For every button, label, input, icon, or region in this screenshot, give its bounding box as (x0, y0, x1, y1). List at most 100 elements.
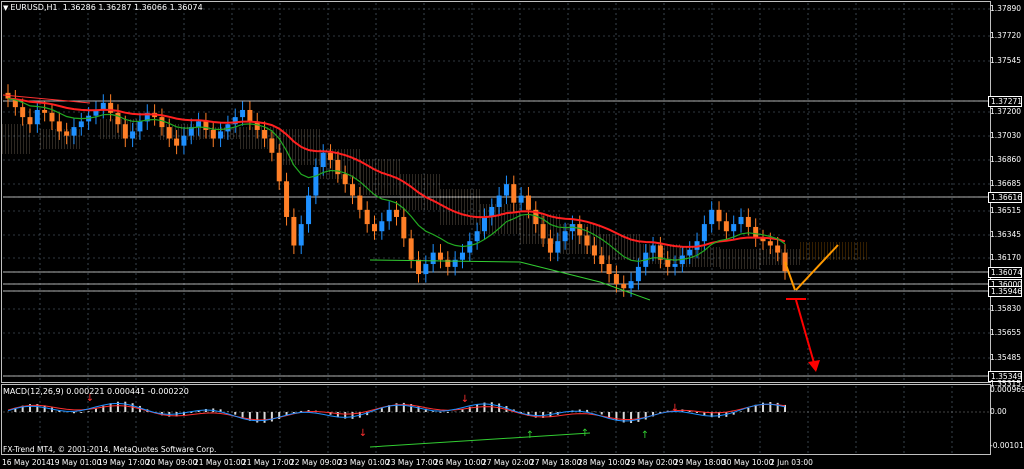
dropdown-arrow-icon[interactable]: ▼ (3, 4, 8, 12)
candle-body (474, 231, 480, 242)
signal-arrow-icon: ↑ (526, 430, 534, 441)
candle-body (328, 152, 334, 160)
candle-body (496, 195, 502, 207)
candle-body (547, 238, 553, 253)
macd-title: MACD(12,26,9) 0.000221 0.000441 -0.00022… (3, 387, 189, 396)
price-tick-label: 1.37890 (990, 4, 1022, 13)
candle-body (108, 102, 114, 113)
candle-body (64, 131, 70, 136)
price-tick-label: 1.37545 (990, 56, 1022, 65)
candle-body (122, 124, 128, 139)
time-tick-label: 29 May 18:00 (674, 458, 726, 467)
candle-body (130, 131, 136, 139)
price-tick-label: 1.36074 (988, 267, 1022, 278)
candle-body (635, 266, 641, 282)
candle-body (430, 252, 436, 265)
candle-body (672, 264, 678, 267)
candle-body (650, 245, 656, 253)
candle-body (34, 109, 40, 125)
candle-body (745, 216, 751, 227)
macd-tick-label: -0.001017 (990, 441, 1024, 450)
candle-body (364, 209, 370, 225)
price-tick-label: 1.37200 (990, 107, 1022, 116)
candle-body (511, 184, 517, 203)
candle-body (42, 109, 48, 113)
candle-body (665, 259, 671, 267)
price-tick-label: 1.35946 (988, 286, 1022, 297)
candle-body (423, 264, 429, 275)
candle-body (240, 109, 246, 118)
candle-body (313, 167, 319, 196)
price-chart[interactable]: ↓ ↑ ↑ ↑↓↓↓ (0, 0, 1024, 469)
time-tick-label: 2 Jun 03:00 (770, 458, 813, 467)
price-tick-label: 1.35655 (990, 328, 1022, 337)
candle-body (196, 121, 202, 128)
candle-body (284, 181, 290, 217)
candle-body (27, 117, 33, 125)
candle-body (767, 241, 773, 246)
macd-tick-label: 0.000969 (990, 385, 1024, 394)
time-tick-label: 27 May 02:00 (482, 458, 534, 467)
price-tick-label: 1.36345 (990, 230, 1022, 239)
price-tick-label: 1.37720 (990, 31, 1022, 40)
candle-body (350, 184, 356, 196)
candle-body (401, 216, 407, 239)
signal-arrow-icon: ↓ (359, 428, 367, 439)
candle-body (467, 241, 473, 253)
candle-body (723, 221, 729, 232)
price-tick-label: 1.37030 (990, 131, 1022, 140)
candle-body (218, 131, 224, 139)
candle-body (555, 241, 561, 253)
candle-body (115, 112, 121, 125)
time-tick-label: 23 May 01:00 (338, 458, 390, 467)
candle-body (262, 129, 268, 139)
candle-body (518, 195, 524, 203)
candle-body (628, 281, 634, 289)
ohlc-values: 1.36286 1.36287 1.36066 1.36074 (62, 3, 203, 12)
candle-body (78, 121, 84, 128)
time-tick-label: 16 May 2014 (2, 458, 51, 467)
candle-body (20, 107, 26, 118)
candle-body (584, 235, 590, 246)
price-tick-label: 1.36515 (990, 206, 1022, 215)
candle-body (599, 255, 605, 265)
time-tick-label: 28 May 10:00 (578, 458, 630, 467)
candle-body (159, 117, 165, 128)
candle-body (701, 224, 707, 242)
time-tick-label: 30 May 10:00 (722, 458, 774, 467)
candle-body (540, 224, 546, 239)
candle-body (394, 209, 399, 217)
candle-body (621, 284, 627, 289)
candle-body (731, 224, 737, 232)
candle-body (525, 195, 531, 210)
candle-body (437, 252, 443, 260)
price-tick-label: 1.36170 (990, 253, 1022, 262)
candle-body (481, 216, 487, 232)
candle-body (166, 127, 172, 139)
candle-body (137, 121, 143, 132)
candle-body (687, 249, 693, 256)
candle-body (577, 224, 583, 236)
candle-body (357, 195, 363, 210)
candle-body (386, 209, 392, 222)
time-tick-label: 29 May 02:00 (626, 458, 678, 467)
time-tick-label: 27 May 18:00 (530, 458, 582, 467)
candle-body (49, 112, 55, 122)
candle-body (591, 245, 597, 256)
candle-body (613, 274, 619, 285)
symbol-label: EURUSD,H1 (10, 3, 58, 12)
candle-body (181, 135, 187, 146)
signal-arrow-icon: ↑ (581, 428, 589, 439)
price-tick-label: 1.36860 (990, 155, 1022, 164)
candle-body (291, 216, 297, 246)
candle-body (306, 195, 312, 225)
candle-body (342, 174, 348, 185)
candle-body (320, 152, 326, 168)
price-tick-label: 1.37271 (988, 96, 1022, 107)
time-tick-label: 19 May 17:00 (98, 458, 150, 467)
signal-arrow-icon: ↓ (671, 403, 679, 414)
time-tick-label: 22 May 09:00 (290, 458, 342, 467)
candle-body (174, 138, 180, 146)
candle-body (562, 231, 568, 242)
candle-body (372, 224, 378, 232)
